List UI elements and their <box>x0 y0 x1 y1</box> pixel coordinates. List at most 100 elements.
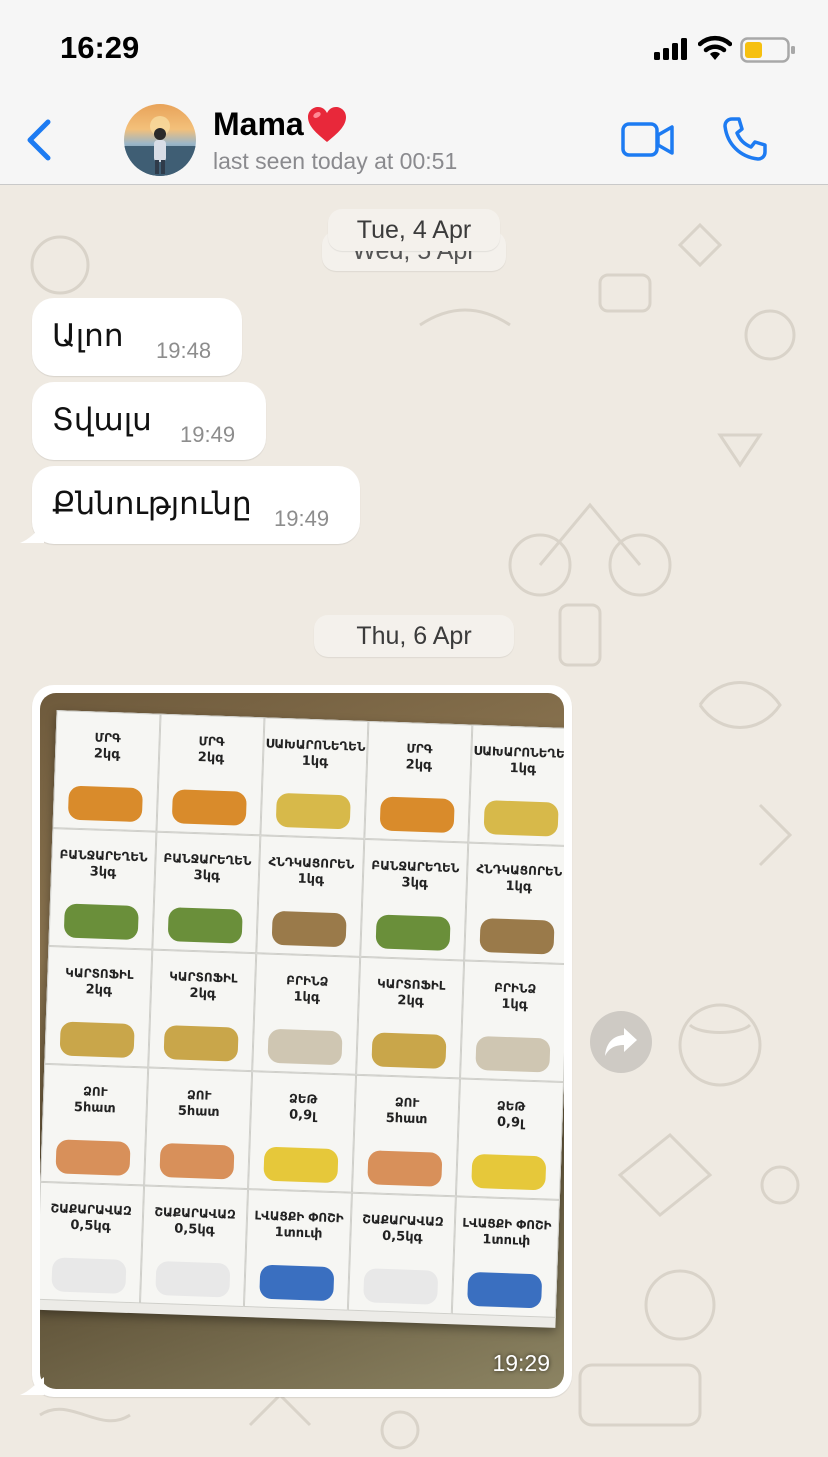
message-bubble[interactable]: Տվալս 19:49 <box>32 382 266 460</box>
coupon-product-name: ԼՎԱՑՔԻ ՓՈՇԻ <box>462 1215 552 1233</box>
last-seen-status: last seen today at 00:51 <box>213 148 458 174</box>
coupon-product-image <box>271 910 347 948</box>
coupon-product-name: ՁՈՒ <box>82 1084 108 1100</box>
coupon-quantity: 2կգ <box>189 985 217 1002</box>
phone-icon[interactable] <box>722 116 768 162</box>
coupon-product-name: ՁՈՒ <box>394 1095 420 1111</box>
coupon-product-name: ԿԱՐՏՈՖԻԼ <box>65 965 134 982</box>
photo-food-coupons[interactable]: ՄՐԳ 2կգ ՄՐԳ 2կգ ՍԱԽԱՐՈՆԵՂԵՆ 1կգ ՄՐԳ 2կգ ՍԱԽԱՐՈՆԵ… <box>40 693 564 1389</box>
message-time: 19:29 <box>492 1350 550 1376</box>
coupon-card: ՀՆԴԿԱՑՈՐԵՆ 1կգ <box>256 835 365 957</box>
coupon-product-image <box>483 800 559 837</box>
coupon-product-image <box>467 1271 543 1309</box>
coupon-quantity: 1կգ <box>505 878 533 895</box>
coupon-quantity: 2կգ <box>197 750 225 766</box>
date-separator: Thu, 6 Apr <box>314 615 514 657</box>
avatar[interactable] <box>124 104 196 176</box>
coupon-product-name: ՇԱՔԱՐԱՎԱԶ <box>50 1201 133 1219</box>
coupon-product-image <box>375 914 451 951</box>
message-time: 19:48 <box>156 338 212 363</box>
coupon-card: ՄՐԳ 2կգ <box>156 713 265 836</box>
coupon-card: ՍԱԽԱՐՈՆԵՂԵՆ 1կգ <box>260 717 369 839</box>
coupon-card: ՁԵԹ 0,9լ <box>248 1071 357 1193</box>
coupon-quantity: 3կգ <box>89 864 117 881</box>
coupon-card: ՁՈՒ 5հատ <box>40 1063 149 1186</box>
coupon-product-image <box>263 1146 339 1184</box>
coupon-product-name: ԼՎԱՑՔԻ ՓՈՇԻ <box>254 1208 344 1226</box>
coupon-product-image <box>159 1143 235 1180</box>
coupon-card: ԲԱՆՋԱՐԵՂԵՆ 3կգ <box>360 838 469 961</box>
coupon-product-image <box>267 1028 343 1066</box>
coupon-product-image <box>171 789 247 826</box>
coupon-product-image <box>379 796 455 834</box>
coupon-product-name: ԲԱՆՋԱՐԵՂԵՆ <box>371 858 460 876</box>
coupon-card: ԼՎԱՑՔԻ ՓՈՇԻ 1տուփ <box>451 1196 560 1318</box>
coupon-quantity: 0,9լ <box>496 1114 525 1131</box>
coupon-quantity: 0,5կգ <box>174 1221 216 1238</box>
red-heart-icon <box>308 107 346 142</box>
coupon-product-image <box>67 785 143 823</box>
coupon-product-image <box>163 1025 239 1062</box>
coupon-product-name: ԲԱՆՋԱՐԵՂԵՆ <box>59 847 148 865</box>
coupon-product-name: ՄՐԳ <box>406 741 433 757</box>
coupon-product-image <box>51 1257 127 1294</box>
coupon-product-name: ԲԱՆՋԱՐԵՂԵՆ <box>163 850 252 868</box>
cellular-signal-icon <box>654 38 687 60</box>
coupon-product-name: ՁԵԹ <box>288 1091 318 1107</box>
bubble-tail <box>20 1377 44 1395</box>
coupon-product-name: ԲՐԻՆՁ <box>286 973 329 989</box>
coupon-product-image <box>471 1153 547 1191</box>
message-text: Ալոո <box>52 318 124 354</box>
coupon-card: ԲՐԻՆՁ 1կգ <box>460 960 564 1083</box>
coupon-quantity: 0,5կգ <box>381 1228 423 1246</box>
video-camera-icon[interactable] <box>620 120 676 160</box>
coupon-quantity: 1կգ <box>501 996 529 1013</box>
status-time: 16:29 <box>60 30 140 65</box>
message-text: Քննությունը <box>52 486 252 522</box>
image-message[interactable]: ՄՐԳ 2կգ ՄՐԳ 2կգ ՍԱԽԱՐՈՆԵՂԵՆ 1կգ ՄՐԳ 2կգ ՍԱԽԱՐՈՆԵ… <box>32 685 572 1397</box>
coupon-quantity: 1տուփ <box>482 1232 531 1249</box>
coupon-product-name: ՁՈՒ <box>186 1087 212 1103</box>
coupon-card: ՍԱԽԱՐՈՆԵՂԵՆ 1կգ <box>468 724 564 847</box>
coupon-quantity: 2կգ <box>397 993 425 1010</box>
coupon-product-name: ՇԱՔԱՐԱՎԱԶ <box>154 1204 237 1222</box>
coupon-quantity: 1տուփ <box>274 1225 323 1242</box>
coupon-product-image <box>275 792 351 830</box>
share-arrow-icon <box>605 1028 637 1056</box>
coupon-card: ՇԱՔԱՐԱՎԱԶ 0,5կգ <box>139 1185 249 1308</box>
back-chevron-icon[interactable] <box>22 118 58 162</box>
coupon-quantity: 1կգ <box>293 989 321 1006</box>
coupon-card: ԼՎԱՑՔԻ ՓՈՇԻ 1տուփ <box>243 1189 352 1311</box>
coupon-quantity: 5հատ <box>177 1103 220 1121</box>
coupon-product-name: ԿԱՐՏՈՖԻԼ <box>376 976 446 993</box>
coupon-card: ԿԱՐՏՈՖԻԼ 2կգ <box>44 945 153 1068</box>
coupon-product-name: ՀՆԴԿԱՑՈՐԵՆ <box>268 854 355 872</box>
chat-area[interactable]: Wed, 5 Apr Tue, 4 Apr Ալոո 19:48 Տվալս 1… <box>0 185 828 1457</box>
coupon-quantity: 3կգ <box>193 867 221 884</box>
coupon-card: ՀՆԴԿԱՑՈՐԵՆ 1կգ <box>464 842 564 965</box>
coupon-quantity: 2կգ <box>85 982 113 999</box>
message-bubble[interactable]: Քննությունը 19:49 <box>32 466 360 544</box>
message-time: 19:49 <box>274 506 330 531</box>
coupon-card: ՁԵԹ 0,9լ <box>455 1078 564 1200</box>
coupon-product-image <box>371 1032 447 1069</box>
contact-name[interactable]: Mama <box>213 106 304 143</box>
coupon-quantity: 1կգ <box>301 753 329 770</box>
coupon-card: ՄՐԳ 2կգ <box>52 710 161 832</box>
coupon-card: ՇԱՔԱՐԱՎԱԶ 0,5կգ <box>40 1181 145 1304</box>
message-bubble[interactable]: Ալոո 19:48 <box>32 298 242 376</box>
coupon-quantity: 1կգ <box>297 871 325 888</box>
coupon-quantity: 0,5կգ <box>70 1217 112 1235</box>
coupon-quantity: 0,9լ <box>288 1107 317 1124</box>
coupon-card: ՁՈՒ 5հատ <box>144 1067 253 1190</box>
bubble-tail <box>20 525 44 543</box>
coupon-product-name: ՍԱԽԱՐՈՆԵՂԵՆ <box>473 743 564 762</box>
coupon-product-image <box>59 1021 135 1059</box>
forward-button[interactable] <box>590 1011 652 1073</box>
coupon-card: ՁՈՒ 5հատ <box>351 1074 461 1197</box>
coupon-card: ԲԱՆՋԱՐԵՂԵՆ 3կգ <box>48 828 157 950</box>
coupon-product-image <box>155 1260 231 1298</box>
status-bar: 16:29 <box>0 0 828 96</box>
coupon-product-image <box>367 1150 443 1187</box>
coupon-card: ՄՐԳ 2կգ <box>364 720 473 843</box>
